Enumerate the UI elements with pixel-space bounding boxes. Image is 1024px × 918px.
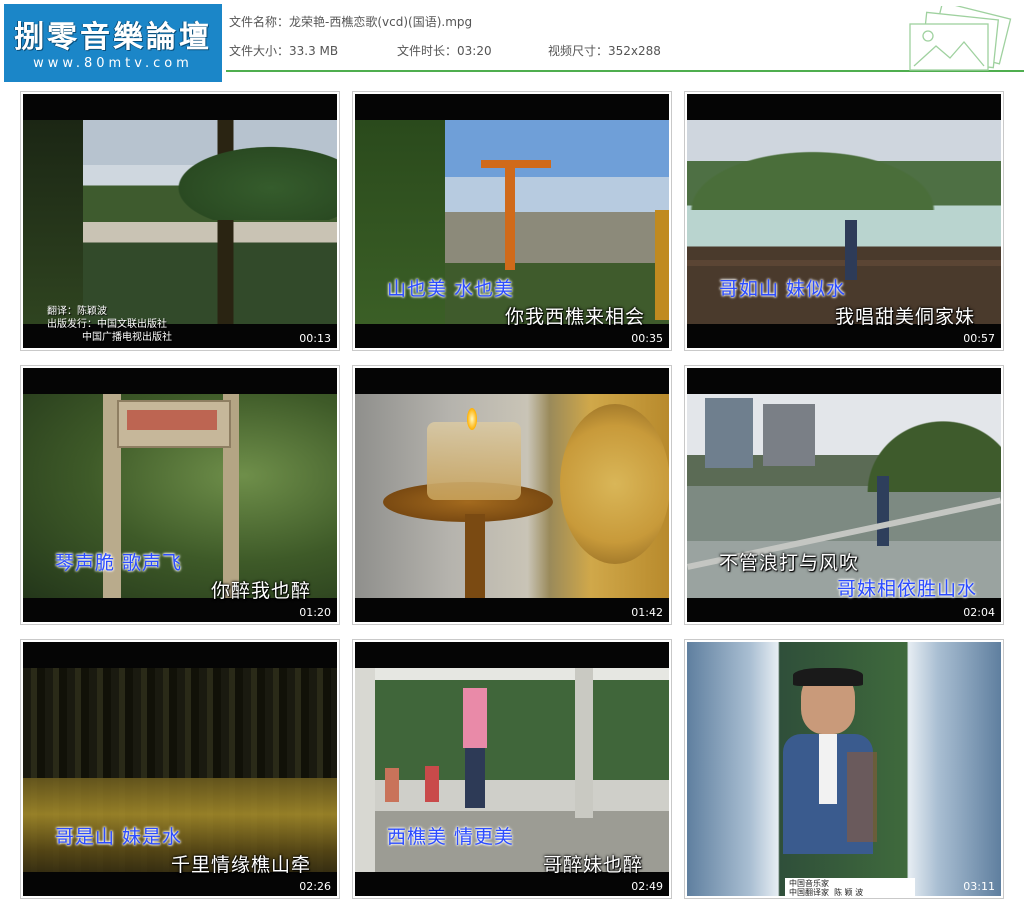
credits-text: 翻译：陈颖波 出版发行：中国文联出版社 中国广播电视出版社: [47, 306, 172, 343]
lyric-line-1: 琴声脆 歌声飞: [55, 552, 183, 574]
timestamp: 01:20: [299, 606, 331, 619]
timestamp: 00:57: [963, 332, 995, 345]
thumbnail[interactable]: 哥是山 妹是水 千里情缘樵山牵 02:26: [20, 639, 340, 899]
thumbnail[interactable]: 中国音乐家 中国翻译家 陈 颖 波 03:11: [684, 639, 1004, 899]
lyric-line-2: 我唱甜美侗家妹: [835, 306, 976, 328]
video-frame: 翻译：陈颖波 出版发行：中国文联出版社 中国广播电视出版社 00:13: [23, 94, 337, 348]
thumbnail-grid: 翻译：陈颖波 出版发行：中国文联出版社 中国广播电视出版社 00:13 山也美 …: [20, 91, 1005, 899]
lyric-line-2: 千里情缘樵山牵: [171, 854, 312, 876]
thumbnail[interactable]: 琴声脆 歌声飞 你醉我也醉 01:20: [20, 365, 340, 625]
video-resolution-value: 352x288: [608, 44, 661, 58]
thumbnail[interactable]: 山也美 水也美 你我西樵来相会 00:35: [352, 91, 672, 351]
timestamp: 02:26: [299, 880, 331, 893]
video-frame: 山也美 水也美 你我西樵来相会 00:35: [355, 94, 669, 348]
file-size: 文件大小：33.3 MB: [229, 42, 338, 59]
site-logo: 捌零音樂論壇 www.80mtv.com: [4, 4, 222, 82]
logo-title: 捌零音樂論壇: [14, 20, 212, 55]
video-frame: 琴声脆 歌声飞 你醉我也醉 01:20: [23, 368, 337, 622]
artist-signature: 中国音乐家 中国翻译家 陈 颖 波: [785, 878, 915, 896]
timestamp: 03:11: [963, 880, 995, 893]
logo-url: www.80mtv.com: [33, 56, 193, 71]
lyric-line-2: 哥妹相依胜山水: [837, 578, 978, 600]
file-duration: 文件时长：03:20: [397, 42, 492, 59]
file-duration-label: 文件时长：: [397, 44, 458, 58]
video-frame: 中国音乐家 中国翻译家 陈 颖 波 03:11: [687, 642, 1001, 896]
file-name-value: 龙荣艳-西樵恋歌(vcd)(国语).mpg: [289, 15, 473, 29]
video-frame: 西樵美 情更美 哥醉妹也醉 02:49: [355, 642, 669, 896]
lyric-line-1: 哥如山 妹似水: [719, 278, 847, 300]
scene-candle: [355, 394, 669, 598]
scene-park-lake: [23, 120, 337, 324]
video-frame: 01:42: [355, 368, 669, 622]
video-frame: 不管浪打与风吹 哥妹相依胜山水 02:04: [687, 368, 1001, 622]
timestamp: 02:49: [631, 880, 663, 893]
timestamp: 02:04: [963, 606, 995, 619]
timestamp: 00:35: [631, 332, 663, 345]
timestamp: 00:13: [299, 332, 331, 345]
file-size-label: 文件大小：: [229, 44, 290, 58]
lyric-line-2: 你我西樵来相会: [505, 306, 646, 328]
lyric-line-1: 山也美 水也美: [387, 278, 515, 300]
lyric-line-2: 你醉我也醉: [211, 580, 312, 602]
video-resolution: 视频尺寸：352x288: [548, 42, 661, 59]
thumbnail[interactable]: 哥如山 妹似水 我唱甜美侗家妹 00:57: [684, 91, 1004, 351]
thumbnail[interactable]: 翻译：陈颖波 出版发行：中国文联出版社 中国广播电视出版社 00:13: [20, 91, 340, 351]
video-frame: 哥如山 妹似水 我唱甜美侗家妹 00:57: [687, 94, 1001, 348]
lyric-line-1: 西樵美 情更美: [387, 826, 515, 848]
thumbnail[interactable]: 不管浪打与风吹 哥妹相依胜山水 02:04: [684, 365, 1004, 625]
header-divider: [226, 70, 1024, 72]
lyric-line-1: 哥是山 妹是水: [55, 826, 183, 848]
file-duration-value: 03:20: [457, 44, 492, 58]
timestamp: 01:42: [631, 606, 663, 619]
lyric-line-1: 不管浪打与风吹: [719, 552, 860, 574]
file-name: 文件名称：龙荣艳-西樵恋歌(vcd)(国语).mpg: [229, 13, 472, 30]
video-frame: 哥是山 妹是水 千里情缘樵山牵 02:26: [23, 642, 337, 896]
picture-frames-icon: [909, 6, 1012, 71]
thumbnail[interactable]: 01:42: [352, 365, 672, 625]
lyric-line-2: 哥醉妹也醉: [543, 854, 644, 876]
video-resolution-label: 视频尺寸：: [548, 44, 609, 58]
file-size-value: 33.3 MB: [289, 44, 339, 58]
scene-portrait: [687, 642, 1001, 896]
file-name-label: 文件名称：: [229, 15, 290, 29]
thumbnail[interactable]: 西樵美 情更美 哥醉妹也醉 02:49: [352, 639, 672, 899]
